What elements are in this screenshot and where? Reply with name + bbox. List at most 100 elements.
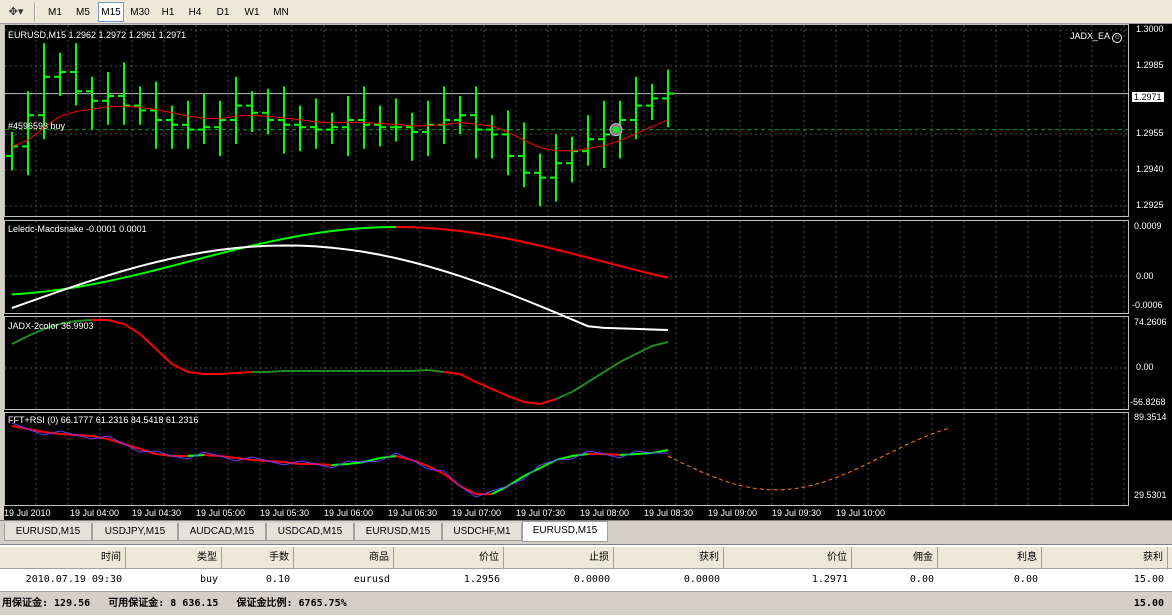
macd-line-segment: [27, 290, 45, 295]
pane-border: [4, 220, 1129, 314]
cell-swap: 0.00: [1013, 574, 1038, 585]
macd-line-segment: [107, 276, 125, 283]
macd-line-segment: [523, 241, 541, 247]
time-axis-label: 19 Jul 05:30: [260, 508, 310, 518]
cell-lots: 0.10: [265, 574, 290, 585]
tab-eurusd-m15-2[interactable]: EURUSD,M15: [354, 523, 442, 541]
fft-pane-label: FFT+RSI (0) 66.1777 61.2316 84.5418 61.2…: [8, 415, 199, 425]
jadx-line-segment: [107, 319, 125, 325]
col-commission-header[interactable]: 佣金: [852, 547, 938, 569]
col-profit-header[interactable]: 获利: [1042, 547, 1168, 569]
tab-usdcad-m15[interactable]: USDCAD,M15: [266, 523, 354, 541]
mt4-window: ✥▾ M1 M5 M15 M30 H1 H4 D1 W1 MN EURUSD,M…: [0, 0, 1172, 616]
jadx-axis-label: 74.2606: [1134, 317, 1167, 327]
timeframe-d1-button[interactable]: D1: [210, 2, 236, 22]
cursor-tools-icon[interactable]: ✥▾: [3, 3, 29, 21]
jadx-line-segment: [139, 333, 157, 350]
price-chart[interactable]: EURUSD,M15 1.2962 1.2972 1.2961 1.2971 J…: [4, 24, 1172, 520]
jadx-line-segment: [427, 369, 445, 373]
col-sl-header[interactable]: 止损: [504, 547, 614, 569]
time-axis-label: 19 Jul 2010: [4, 508, 51, 518]
ea-label: JADX_EA ☺: [1070, 31, 1123, 43]
macd-line-segment: [491, 234, 509, 240]
col-time-header[interactable]: 时间: [0, 547, 126, 569]
jadx-line-segment: [443, 371, 461, 375]
macd-axis-label: 0.00: [1136, 271, 1154, 281]
jadx-pane-label: JADX-2color 36.9903: [8, 321, 94, 331]
ea-name: JADX_EA: [1070, 31, 1110, 41]
jadx-line-segment: [267, 370, 285, 373]
col-tp-header[interactable]: 获利: [614, 547, 724, 569]
macd-line-segment: [11, 292, 29, 296]
order-label: #4596593 buy: [8, 121, 66, 131]
tab-audcad-m15[interactable]: AUDCAD,M15: [178, 523, 266, 541]
timeframe-w1-button[interactable]: W1: [238, 2, 266, 22]
terminal-header-row: 时间 类型 手数 商品 价位 止损 获利 价位 佣金 利息 获利: [0, 547, 1172, 569]
macd-line-segment: [411, 226, 429, 230]
moving-average-line: [11, 105, 669, 152]
macd-line-segment: [139, 269, 157, 275]
time-axis-label: 19 Jul 05:00: [196, 508, 246, 518]
tab-usdjpy-m15[interactable]: USDJPY,M15: [92, 523, 178, 541]
price-axis-label: 1.2925: [1136, 200, 1164, 210]
macd-line-segment: [267, 237, 285, 244]
account-summary: 用保证金: 129.56 可用保证金: 8 636.15 保证金比例: 6765…: [2, 598, 347, 609]
macd-line-segment: [203, 252, 221, 259]
col-price-header[interactable]: 价位: [394, 547, 504, 569]
jadx-line-segment: [619, 353, 637, 363]
jadx-line-segment: [219, 372, 237, 375]
fft-axis-label: 89.3514: [1134, 412, 1167, 422]
time-axis-label: 19 Jul 08:00: [580, 508, 630, 518]
timeframe-m1-button[interactable]: M1: [42, 2, 68, 22]
time-axis-label: 19 Jul 07:30: [516, 508, 566, 518]
jadx-line-segment: [523, 401, 541, 405]
col-symbol-header[interactable]: 商品: [294, 547, 394, 569]
col-swap-header[interactable]: 利息: [938, 547, 1042, 569]
macd-line-segment: [555, 248, 573, 255]
timeframe-m5-button[interactable]: M5: [70, 2, 96, 22]
time-axis-label: 19 Jul 04:00: [70, 508, 120, 518]
macd-line-segment: [331, 228, 349, 232]
tab-eurusd-m15[interactable]: EURUSD,M15: [4, 523, 92, 541]
col-type-header[interactable]: 类型: [126, 547, 222, 569]
timeframe-mn-button[interactable]: MN: [268, 2, 294, 22]
jadx-line-segment: [587, 371, 605, 383]
summary-profit: 15.00: [1133, 598, 1164, 609]
jadx-line-segment: [459, 373, 477, 383]
macd-line-segment: [459, 230, 477, 235]
trade-terminal: 时间 类型 手数 商品 价位 止损 获利 价位 佣金 利息 获利 2010.07…: [0, 544, 1172, 616]
price-axis-label: 1.3000: [1136, 24, 1164, 34]
col-current-price-header[interactable]: 价位: [724, 547, 852, 569]
toolbar-separator: [34, 3, 36, 21]
timeframe-m15-button[interactable]: M15: [98, 2, 124, 22]
jadx-axis-label: 0.00: [1136, 362, 1154, 372]
jadx-axis-label: -56.8268: [1130, 397, 1166, 407]
pane-border: [4, 24, 1129, 217]
macd-line-segment: [587, 256, 605, 263]
time-axis-label: 19 Jul 04:30: [132, 508, 182, 518]
macd-line-segment: [315, 230, 333, 235]
timeframe-h1-button[interactable]: H1: [156, 2, 180, 22]
jadx-line-segment: [507, 395, 525, 403]
timeframe-toolbar: ✥▾ M1 M5 M15 M30 H1 H4 D1 W1 MN: [0, 0, 1172, 24]
tab-eurusd-m15-active[interactable]: EURUSD,M15: [522, 521, 608, 542]
cell-price: 1.2956: [463, 574, 500, 585]
fft-rsi-line: [11, 422, 668, 498]
jadx-line-segment: [491, 388, 509, 397]
price-axis-label: 1.2940: [1136, 164, 1164, 174]
table-row[interactable]: 2010.07.19 09:30 buy 0.10 eurusd 1.2956 …: [0, 570, 1172, 590]
chart-canvas[interactable]: [4, 24, 1172, 520]
macd-line-segment: [475, 232, 493, 237]
time-axis-label: 19 Jul 10:00: [836, 508, 886, 518]
chart-tabs: EURUSD,M15 USDJPY,M15 AUDCAD,M15 USDCAD,…: [0, 520, 1172, 542]
tab-usdchf-m1[interactable]: USDCHF,M1: [442, 523, 522, 541]
timeframe-m30-button[interactable]: M30: [126, 2, 154, 22]
ea-smiley-icon: ☺: [1112, 33, 1123, 43]
col-lots-header[interactable]: 手数: [222, 547, 294, 569]
jadx-line-segment: [235, 371, 253, 374]
cell-commission: 0.00: [909, 574, 934, 585]
current-price-label: 1.2971: [1132, 92, 1164, 102]
timeframe-h4-button[interactable]: H4: [182, 2, 208, 22]
macd-pane-label: Leledc-Macdsnake -0.0001 0.0001: [8, 224, 147, 234]
cell-tp: 0.0000: [683, 574, 720, 585]
